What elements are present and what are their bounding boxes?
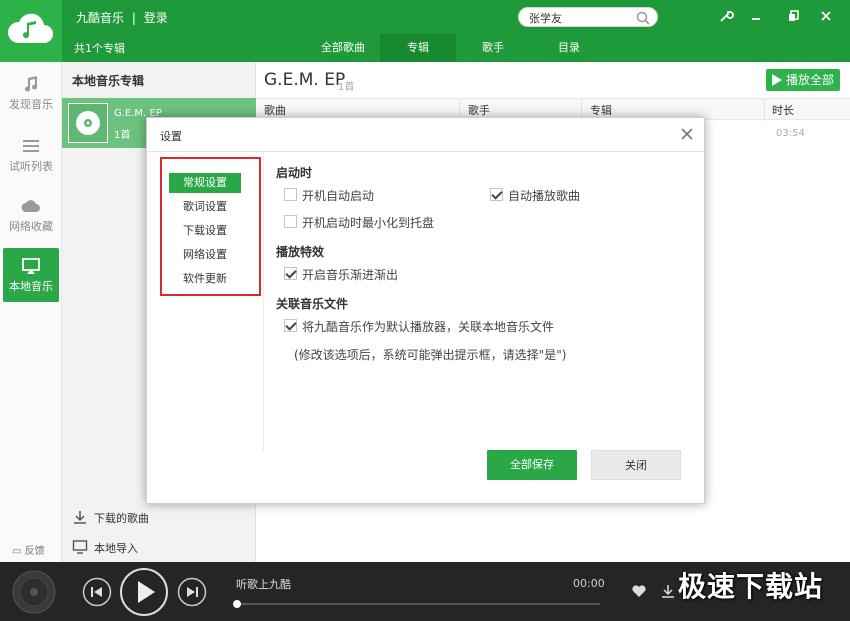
tab-directory[interactable]: 目录 <box>538 34 600 62</box>
nav-label: 发现音乐 <box>9 98 53 111</box>
dialog-vertical-divider <box>263 152 264 452</box>
monitor-icon <box>22 258 40 274</box>
settings-wrench-icon[interactable] <box>718 8 734 24</box>
fade-label: 开启音乐渐进渐出 <box>302 268 399 282</box>
category-general[interactable]: 常规设置 <box>169 173 241 193</box>
column-album[interactable]: 专辑 <box>590 102 612 118</box>
nav-label: 本地音乐 <box>9 280 53 293</box>
column-separator <box>764 99 765 121</box>
search-icon[interactable] <box>635 10 651 26</box>
search-box[interactable]: 张学友 <box>518 7 658 27</box>
auto-play-label: 自动播放歌曲 <box>508 189 581 203</box>
default-player-label: 将九酷音乐作为默认播放器，关联本地音乐文件 <box>302 320 555 334</box>
feedback-link[interactable]: ▭ 反馈 <box>12 542 45 557</box>
feedback-label: 反馈 <box>24 546 45 557</box>
category-update[interactable]: 软件更新 <box>169 269 241 289</box>
tab-albums[interactable]: 专辑 <box>380 34 456 62</box>
play-icon[interactable] <box>119 567 169 617</box>
play-icon <box>772 74 782 86</box>
close-window-icon[interactable] <box>818 8 834 24</box>
play-all-label: 播放全部 <box>786 73 835 87</box>
play-all-button[interactable]: 播放全部 <box>766 69 840 91</box>
local-import-link[interactable]: 本地导入 <box>72 537 252 559</box>
tab-all-songs[interactable]: 全部歌曲 <box>312 34 374 62</box>
cloud-icon <box>21 200 40 212</box>
monitor-icon <box>72 540 88 554</box>
album-count-label: 共1个专辑 <box>74 42 125 55</box>
restore-icon[interactable] <box>786 8 802 24</box>
feedback-icon: ▭ <box>12 546 22 557</box>
album-track-count: 1首 <box>338 82 355 93</box>
close-icon[interactable] <box>680 127 694 141</box>
association-note: (修改该选项后，系统可能弹出提示框，请选择"是") <box>294 348 567 362</box>
download-icon <box>74 511 86 524</box>
category-download[interactable]: 下载设置 <box>169 221 241 241</box>
auto-start-checkbox[interactable] <box>284 188 297 201</box>
minimize-tray-checkbox[interactable] <box>284 215 297 228</box>
fade-checkbox[interactable] <box>284 267 297 280</box>
watermark-text: 极速下载站 <box>678 570 824 603</box>
close-button[interactable]: 关闭 <box>591 450 681 480</box>
progress-bar[interactable] <box>233 600 600 608</box>
login-link[interactable]: 登录 <box>144 11 168 25</box>
dialog-title: 设置 <box>160 130 182 143</box>
brand-area: 九酷音乐 | 登录 <box>76 9 172 26</box>
column-song[interactable]: 歌曲 <box>264 102 286 118</box>
minimize-icon[interactable] <box>748 8 764 24</box>
list-icon <box>23 140 39 152</box>
nav-discover-music[interactable]: 发现音乐 <box>3 66 59 120</box>
next-icon[interactable] <box>177 577 207 607</box>
album-cover <box>68 103 108 143</box>
album-song-count: 1首 <box>114 130 131 141</box>
save-all-button[interactable]: 全部保存 <box>487 450 577 480</box>
album-title: G.E.M. EP <box>264 70 346 90</box>
brand-separator: | <box>131 11 136 25</box>
app-logo <box>0 0 62 62</box>
auto-start-label: 开机自动启动 <box>302 189 375 203</box>
heart-icon[interactable] <box>631 583 647 599</box>
section-effects: 播放特效 <box>276 245 325 259</box>
cd-icon <box>76 111 100 135</box>
album-panel-title: 本地音乐专辑 <box>72 74 145 88</box>
nav-listen-list[interactable]: 试听列表 <box>3 128 59 182</box>
search-input[interactable]: 张学友 <box>529 10 562 26</box>
progress-handle[interactable] <box>233 600 241 608</box>
settings-category-list: 常规设置 歌词设置 下载设置 网络设置 软件更新 <box>160 157 261 296</box>
left-nav: 发现音乐 试听列表 网络收藏 本地音乐 ▭ 反馈 <box>0 62 62 562</box>
nav-local-music[interactable]: 本地音乐 <box>3 248 59 302</box>
song-duration: 03:54 <box>776 128 805 139</box>
settings-dialog: 设置 常规设置 歌词设置 下载设置 网络设置 软件更新 启动时 开机自动启动 自… <box>146 117 705 504</box>
dialog-divider <box>147 151 704 152</box>
tab-singers[interactable]: 歌手 <box>462 34 524 62</box>
downloaded-songs-link[interactable]: 下载的歌曲 <box>72 507 252 529</box>
nav-label: 网络收藏 <box>9 220 53 233</box>
top-bar: 九酷音乐 | 登录 张学友 共1个专辑 全部歌曲 专辑 歌手 目录 <box>0 0 850 62</box>
category-lyrics[interactable]: 歌词设置 <box>169 197 241 217</box>
auto-play-checkbox[interactable] <box>490 188 503 201</box>
music-note-icon <box>25 76 38 92</box>
previous-icon[interactable] <box>82 577 112 607</box>
now-playing-disc-icon[interactable] <box>12 570 56 614</box>
column-duration[interactable]: 时长 <box>772 102 794 118</box>
default-player-checkbox[interactable] <box>284 319 297 332</box>
cloud-music-logo-icon <box>8 13 53 43</box>
downloaded-songs-label: 下载的歌曲 <box>94 512 149 525</box>
section-startup: 启动时 <box>276 166 313 180</box>
nav-cloud-favorites[interactable]: 网络收藏 <box>3 188 59 242</box>
category-network[interactable]: 网络设置 <box>169 245 241 265</box>
app-name: 九酷音乐 <box>76 11 125 25</box>
now-playing-title: 听歌上九酷 <box>236 578 291 591</box>
download-icon[interactable] <box>660 583 676 599</box>
section-association: 关联音乐文件 <box>276 297 349 311</box>
minimize-tray-label: 开机启动时最小化到托盘 <box>302 216 435 230</box>
local-import-label: 本地导入 <box>94 542 138 555</box>
playback-time: 00:00 <box>573 577 605 590</box>
column-singer[interactable]: 歌手 <box>468 102 490 118</box>
nav-label: 试听列表 <box>9 160 53 173</box>
